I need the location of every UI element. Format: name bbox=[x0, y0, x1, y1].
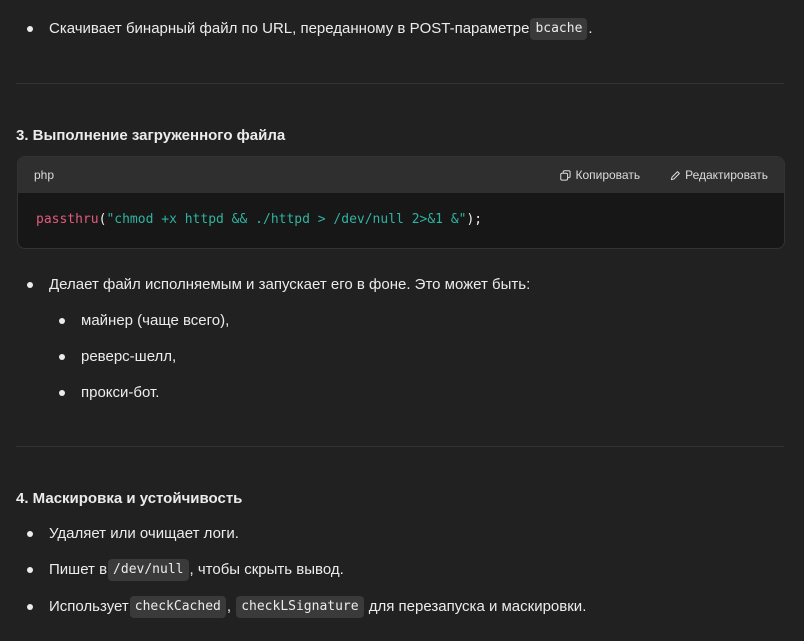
edit-icon bbox=[670, 170, 681, 181]
sub-list-item: реверс-шелл, bbox=[81, 345, 176, 369]
list-item-text: , bbox=[226, 598, 236, 615]
list-item-download: Скачивает бинарный файл по URL, переданн… bbox=[49, 17, 593, 41]
bullet-dot bbox=[27, 604, 33, 610]
list-item-functions: Использует checkCached , checkLSignature… bbox=[49, 595, 586, 619]
bullet-dot bbox=[27, 26, 33, 32]
list-item-text: для перезапуска и маскировки. bbox=[364, 598, 587, 615]
code-function-token: passthru bbox=[36, 212, 99, 227]
list-item-logs: Удаляет или очищает логи. bbox=[49, 522, 239, 546]
copy-label: Копировать bbox=[575, 168, 641, 182]
code-block: php Копировать Редактировать passthru("c… bbox=[17, 156, 785, 249]
list-item-text: Делает файл исполняемым и запускает его … bbox=[49, 276, 531, 293]
sub-list-item-text: майнер (чаще всего), bbox=[81, 312, 230, 329]
list-item-devnull: Пишет в /dev/null , чтобы скрыть вывод. bbox=[49, 558, 344, 582]
inline-code-devnull: /dev/null bbox=[108, 559, 189, 581]
list-item-text: Скачивает бинарный файл по URL, переданн… bbox=[49, 20, 530, 37]
inline-code-bcache: bcache bbox=[530, 18, 588, 40]
sub-bullet-dot bbox=[59, 354, 65, 360]
sub-list-item-text: реверс-шелл, bbox=[81, 348, 177, 365]
list-item-text: Удаляет или очищает логи. bbox=[49, 525, 239, 542]
sub-bullet-dot bbox=[59, 318, 65, 324]
sub-bullet-dot bbox=[59, 390, 65, 396]
edit-code-button[interactable]: Редактировать bbox=[670, 168, 768, 182]
sub-list-item: прокси-бот. bbox=[81, 381, 159, 405]
sub-list-item-text: прокси-бот. bbox=[81, 384, 160, 401]
edit-label: Редактировать bbox=[685, 168, 768, 182]
list-item-text: Пишет в bbox=[49, 561, 108, 578]
code-block-header: php Копировать Редактировать bbox=[18, 157, 784, 193]
inline-code-checkcached: checkCached bbox=[129, 596, 226, 618]
section-heading-4: 4. Маскировка и устойчивость bbox=[16, 490, 243, 507]
code-language-label: php bbox=[34, 168, 55, 182]
list-item-text: Использует bbox=[49, 598, 129, 615]
code-string-token: "chmod +x httpd && ./httpd > /dev/null 2… bbox=[106, 212, 467, 227]
bullet-dot bbox=[27, 567, 33, 573]
list-item-text: . bbox=[588, 20, 593, 37]
section-heading-3: 3. Выполнение загруженного файла bbox=[16, 127, 286, 144]
chat-message: Скачивает бинарный файл по URL, переданн… bbox=[0, 0, 804, 641]
bullet-dot bbox=[27, 282, 33, 288]
copy-icon bbox=[560, 169, 572, 181]
inline-code-checklsignature: checkLSignature bbox=[236, 596, 364, 618]
section-divider bbox=[16, 446, 784, 447]
code-content: passthru("chmod +x httpd && ./httpd > /d… bbox=[18, 193, 784, 247]
list-item-text: , чтобы скрыть вывод. bbox=[189, 561, 344, 578]
sub-list-item: майнер (чаще всего), bbox=[81, 309, 229, 333]
bullet-dot bbox=[27, 531, 33, 537]
code-punct-token: ); bbox=[466, 212, 483, 227]
copy-code-button[interactable]: Копировать bbox=[560, 168, 640, 182]
list-item-execute: Делает файл исполняемым и запускает его … bbox=[49, 273, 530, 297]
section-divider bbox=[16, 83, 784, 84]
